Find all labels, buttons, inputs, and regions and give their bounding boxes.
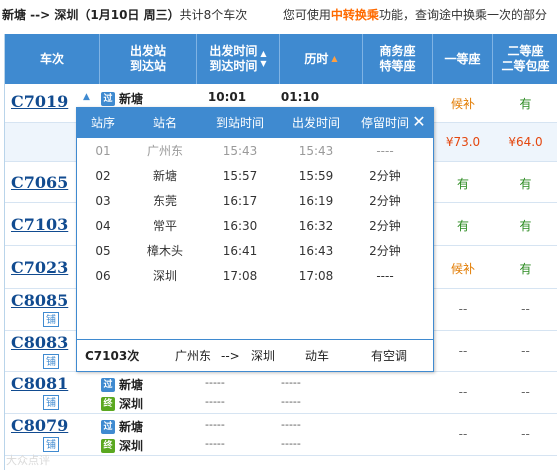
stop-row: 05 樟木头 16:41 16:43 2分钟 bbox=[95, 244, 401, 258]
sleeper-badge: 铺 bbox=[43, 312, 59, 327]
second-class-price: ¥64.0 bbox=[508, 135, 543, 149]
depart-station: 过新塘 bbox=[101, 90, 143, 107]
pass-station-icon: 过 bbox=[101, 91, 115, 106]
train-number-link[interactable]: C7023 bbox=[11, 258, 68, 277]
popup-col-seq: 站序 bbox=[90, 116, 115, 130]
popup-header: 站序 站名 到站时间 出发时间 停留时间 ✕ bbox=[77, 108, 433, 138]
first-class-status[interactable]: 候补 bbox=[433, 95, 493, 112]
train-number-link[interactable]: C7065 bbox=[11, 173, 68, 192]
table-row: C8079 铺 过新塘 终深圳 ----- ----- ----- ----- … bbox=[5, 414, 557, 456]
pass-station-icon: 过 bbox=[101, 419, 115, 434]
second-class-status: -- bbox=[521, 344, 530, 358]
transfer-link[interactable]: 中转换乘 bbox=[331, 8, 379, 22]
duration: 01:10 bbox=[280, 90, 320, 104]
col-duration-sort[interactable]: 历时 ▲ bbox=[280, 34, 363, 84]
pass-station-icon: 过 bbox=[101, 377, 115, 392]
sort-asc-icon: ▲ bbox=[331, 54, 338, 63]
sleeper-badge: 铺 bbox=[43, 395, 59, 410]
sleeper-badge: 铺 bbox=[43, 354, 59, 369]
second-class-status[interactable]: 有 bbox=[493, 175, 557, 192]
collapse-arrow-icon[interactable]: ▲ bbox=[83, 92, 90, 102]
train-stops-popup: 站序 站名 到站时间 出发时间 停留时间 ✕ 01 广州东 15:43 15:4… bbox=[76, 107, 434, 372]
arrive-time: ----- bbox=[205, 437, 225, 450]
terminal-station-icon: 终 bbox=[101, 396, 115, 411]
sort-down-icon: ▼ bbox=[260, 59, 267, 68]
col-second-class: 二等座 二等包座 bbox=[501, 44, 550, 73]
depart-time: ----- bbox=[205, 418, 225, 431]
duration: ----- bbox=[281, 376, 301, 389]
popup-arrow: --> bbox=[221, 349, 240, 363]
stop-row: 02 新塘 15:57 15:59 2分钟 bbox=[95, 169, 401, 183]
second-class-status: -- bbox=[521, 427, 530, 441]
col-times-sort[interactable]: 出发时间 到达时间 ▲ ▼ bbox=[197, 34, 280, 84]
first-class-status[interactable]: 有 bbox=[433, 217, 493, 234]
popup-from: 广州东 bbox=[175, 349, 212, 363]
stop-row: 01 广州东 15:43 15:43 ---- bbox=[95, 144, 394, 158]
table-row: C8081 铺 过新塘 终深圳 ----- ----- ----- ----- … bbox=[5, 372, 557, 414]
train-number-link[interactable]: C8079 bbox=[11, 416, 68, 435]
train-number-link[interactable]: C8081 bbox=[11, 374, 68, 393]
first-class-status: -- bbox=[458, 385, 468, 399]
sleeper-badge: 铺 bbox=[43, 437, 59, 452]
popup-col-stay: 停留时间 bbox=[360, 116, 409, 130]
close-icon[interactable]: ✕ bbox=[409, 110, 429, 134]
popup-col-name: 站名 bbox=[152, 116, 177, 130]
train-count: 共计8个车次 bbox=[179, 8, 248, 22]
second-class-status: -- bbox=[521, 385, 530, 399]
duration-days: ----- bbox=[281, 437, 301, 450]
stop-row: 03 东莞 16:17 16:19 2分钟 bbox=[95, 194, 401, 208]
watermark: 大众点评 bbox=[6, 454, 50, 467]
popup-train-label: C7103次 bbox=[85, 349, 140, 363]
train-number-link[interactable]: C7103 bbox=[11, 215, 68, 234]
arrive-station: 终深圳 bbox=[101, 395, 143, 412]
second-class-status[interactable]: 有 bbox=[493, 95, 557, 112]
first-class-status: -- bbox=[458, 302, 468, 316]
depart-station: 过新塘 bbox=[101, 418, 143, 435]
popup-to: 深圳 bbox=[251, 349, 276, 363]
col-business-seat: 商务座 特等座 bbox=[363, 34, 433, 84]
first-class-status: -- bbox=[458, 344, 468, 358]
col-stations: 出发站 到达站 bbox=[100, 34, 197, 84]
first-class-status: -- bbox=[458, 427, 468, 441]
col-train-no: 车次 bbox=[5, 34, 100, 84]
first-class-price: ¥73.0 bbox=[445, 135, 481, 149]
depart-time: ----- bbox=[205, 376, 225, 389]
arrive-station: 终深圳 bbox=[101, 437, 143, 454]
depart-time: 10:01 bbox=[207, 90, 247, 104]
depart-station: 过新塘 bbox=[101, 376, 143, 393]
stop-row: 06 深圳 17:08 17:08 ---- bbox=[95, 269, 394, 283]
popup-ac: 有空调 bbox=[371, 349, 408, 363]
first-class-status[interactable]: 有 bbox=[433, 175, 493, 192]
second-class-status[interactable]: 有 bbox=[493, 260, 557, 277]
hint-text-post: 功能，查询途中换乘一次的部分 bbox=[378, 8, 547, 22]
hint-text-pre: 您可使用 bbox=[282, 8, 331, 22]
terminal-station-icon: 终 bbox=[101, 438, 115, 453]
stop-row: 04 常平 16:30 16:32 2分钟 bbox=[95, 219, 401, 233]
second-class-status: -- bbox=[521, 302, 530, 316]
duration-days: ----- bbox=[281, 395, 301, 408]
train-number-link[interactable]: C8083 bbox=[11, 333, 68, 352]
train-number-link[interactable]: C7019 bbox=[11, 92, 68, 111]
table-header: 车次 出发站 到达站 出发时间 到达时间 ▲ ▼ 历时 ▲ 商务座 特等座 一等座 二等… bbox=[5, 34, 557, 84]
route-title: 新塘 --> 深圳（1月10日 周三） bbox=[2, 8, 180, 22]
arrive-time: ----- bbox=[205, 395, 225, 408]
col-first-class: 一等座 bbox=[433, 34, 493, 84]
popup-col-depart: 出发时间 bbox=[291, 116, 340, 130]
second-class-status[interactable]: 有 bbox=[493, 217, 557, 234]
duration: ----- bbox=[281, 418, 301, 431]
popup-footer: C7103次 广州东 --> 深圳 动车 有空调 bbox=[77, 339, 433, 371]
sort-up-icon: ▲ bbox=[260, 49, 267, 58]
popup-train-type: 动车 bbox=[305, 349, 330, 363]
first-class-status[interactable]: 候补 bbox=[433, 260, 493, 277]
search-summary-bar: 新塘 --> 深圳（1月10日 周三）共计8个车次 您可使用中转换乘功能，查询途… bbox=[0, 0, 557, 30]
popup-col-arrive: 到站时间 bbox=[215, 116, 264, 130]
train-number-link[interactable]: C8085 bbox=[11, 291, 68, 310]
